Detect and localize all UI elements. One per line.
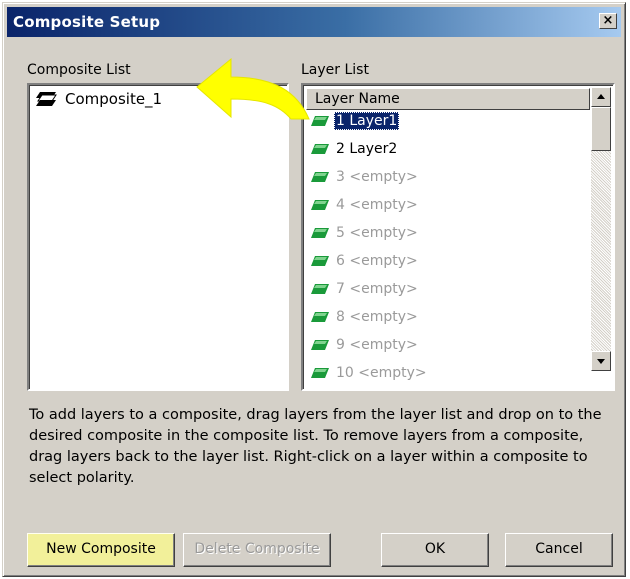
layer-row-10[interactable]: 10 <empty>	[311, 363, 429, 383]
cancel-button[interactable]: Cancel	[505, 533, 613, 567]
layer-list-label: Layer List	[301, 62, 369, 78]
layer-label: 9 <empty>	[336, 337, 418, 353]
close-button[interactable]: ×	[599, 13, 617, 29]
layer-label: 7 <empty>	[336, 281, 418, 297]
dialog-title: Composite Setup	[13, 13, 161, 31]
scroll-thumb[interactable]	[591, 107, 611, 151]
layer-name-column-header[interactable]: Layer Name	[306, 88, 590, 110]
layer-icon	[311, 228, 329, 238]
ok-button[interactable]: OK	[381, 533, 489, 567]
layer-list[interactable]: Layer Name 1 Layer1 2 Layer2 3 <empty> 4…	[301, 83, 615, 391]
layer-row-9[interactable]: 9 <empty>	[311, 335, 420, 355]
composite-setup-dialog: Composite Setup × Composite List Layer L…	[2, 2, 626, 577]
arrow-up-icon	[597, 94, 605, 99]
layer-icon	[311, 312, 329, 322]
layer-icon	[311, 144, 329, 154]
layer-row-1[interactable]: 1 Layer1	[311, 111, 400, 131]
layer-icon	[311, 256, 329, 266]
arrow-down-icon	[597, 359, 605, 364]
composite-layers-icon	[36, 92, 57, 106]
layer-icon	[311, 200, 329, 210]
layer-label: 4 <empty>	[336, 197, 418, 213]
layer-label: 6 <empty>	[336, 253, 418, 269]
layer-label: 2 Layer2	[336, 141, 398, 157]
layer-list-scrollbar[interactable]	[591, 87, 611, 371]
layer-row-3[interactable]: 3 <empty>	[311, 167, 420, 187]
layer-label: 1 Layer1	[334, 112, 400, 130]
layer-label: 5 <empty>	[336, 225, 418, 241]
title-bar[interactable]: Composite Setup ×	[7, 7, 621, 37]
layer-row-4[interactable]: 4 <empty>	[311, 195, 420, 215]
layer-row-5[interactable]: 5 <empty>	[311, 223, 420, 243]
scroll-down-button[interactable]	[591, 351, 611, 371]
layer-row-7[interactable]: 7 <empty>	[311, 279, 420, 299]
layer-label: 8 <empty>	[336, 309, 418, 325]
layer-icon	[311, 172, 329, 182]
delete-composite-button[interactable]: Delete Composite	[183, 533, 331, 567]
layer-icon	[311, 340, 329, 350]
layer-icon	[311, 368, 329, 378]
layer-row-2[interactable]: 2 Layer2	[311, 139, 399, 159]
composite-item[interactable]: Composite_1	[35, 89, 162, 109]
layer-row-6[interactable]: 6 <empty>	[311, 251, 420, 271]
layer-label: 3 <empty>	[336, 169, 418, 185]
layer-icon	[311, 116, 329, 126]
composite-list-label: Composite List	[27, 62, 131, 78]
scroll-up-button[interactable]	[591, 87, 611, 107]
new-composite-button[interactable]: New Composite	[27, 533, 175, 567]
layer-label: 10 <empty>	[336, 365, 427, 381]
layer-icon	[311, 284, 329, 294]
composite-list[interactable]: Composite_1	[27, 83, 289, 391]
instructions-text: To add layers to a composite, drag layer…	[29, 407, 602, 486]
layer-row-8[interactable]: 8 <empty>	[311, 307, 420, 327]
composite-item-label: Composite_1	[65, 90, 163, 108]
